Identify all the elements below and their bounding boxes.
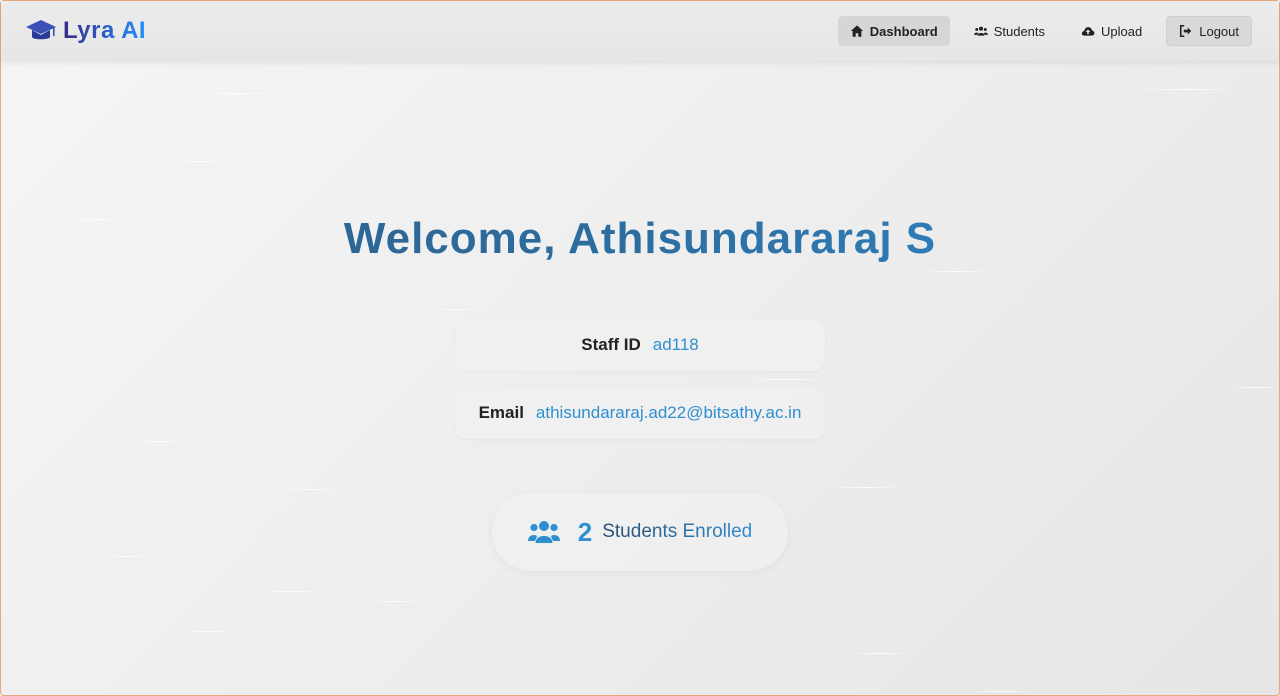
email-value: athisundararaj.ad22@bitsathy.ac.in bbox=[535, 403, 802, 422]
nav-dashboard-label: Dashboard bbox=[869, 23, 938, 39]
email-label: Email bbox=[478, 403, 524, 422]
logout-button[interactable]: Logout bbox=[1166, 16, 1252, 46]
users-icon bbox=[973, 26, 988, 36]
brand-logo[interactable]: Lyra AI bbox=[25, 17, 146, 45]
welcome-heading: Welcome, Athisundararaj S bbox=[1, 214, 1279, 264]
nav-students-label: Students bbox=[993, 23, 1046, 39]
enrolled-label: Students Enrolled bbox=[602, 521, 753, 542]
users-icon bbox=[527, 521, 560, 543]
home-icon bbox=[850, 25, 863, 37]
enrolled-count: 2 bbox=[577, 516, 593, 547]
sign-out-icon bbox=[1180, 24, 1192, 38]
nav-upload-label: Upload bbox=[1101, 23, 1143, 39]
nav-dashboard[interactable]: Dashboard bbox=[837, 16, 950, 46]
nav-students[interactable]: Students bbox=[962, 16, 1057, 46]
staff-id-card: Staff ID ad118 bbox=[455, 319, 825, 371]
cloud-upload-icon bbox=[1081, 27, 1095, 36]
students-enrolled-badge: 2 Students Enrolled bbox=[492, 493, 788, 571]
staff-id-value: ad118 bbox=[652, 335, 699, 354]
nav-upload[interactable]: Upload bbox=[1069, 16, 1154, 46]
graduation-cap-icon bbox=[26, 20, 56, 40]
top-navbar: Lyra AI Dashboard Students Upload Logout bbox=[1, 1, 1279, 61]
logout-label: Logout bbox=[1199, 23, 1239, 39]
dashboard-main: Welcome, Athisundararaj S Staff ID ad118… bbox=[1, 61, 1279, 695]
nav-links: Dashboard Students Upload Logout bbox=[837, 16, 1252, 46]
staff-id-label: Staff ID bbox=[581, 335, 641, 354]
email-card: Email athisundararaj.ad22@bitsathy.ac.in bbox=[455, 387, 825, 439]
brand-name: Lyra AI bbox=[63, 17, 147, 44]
